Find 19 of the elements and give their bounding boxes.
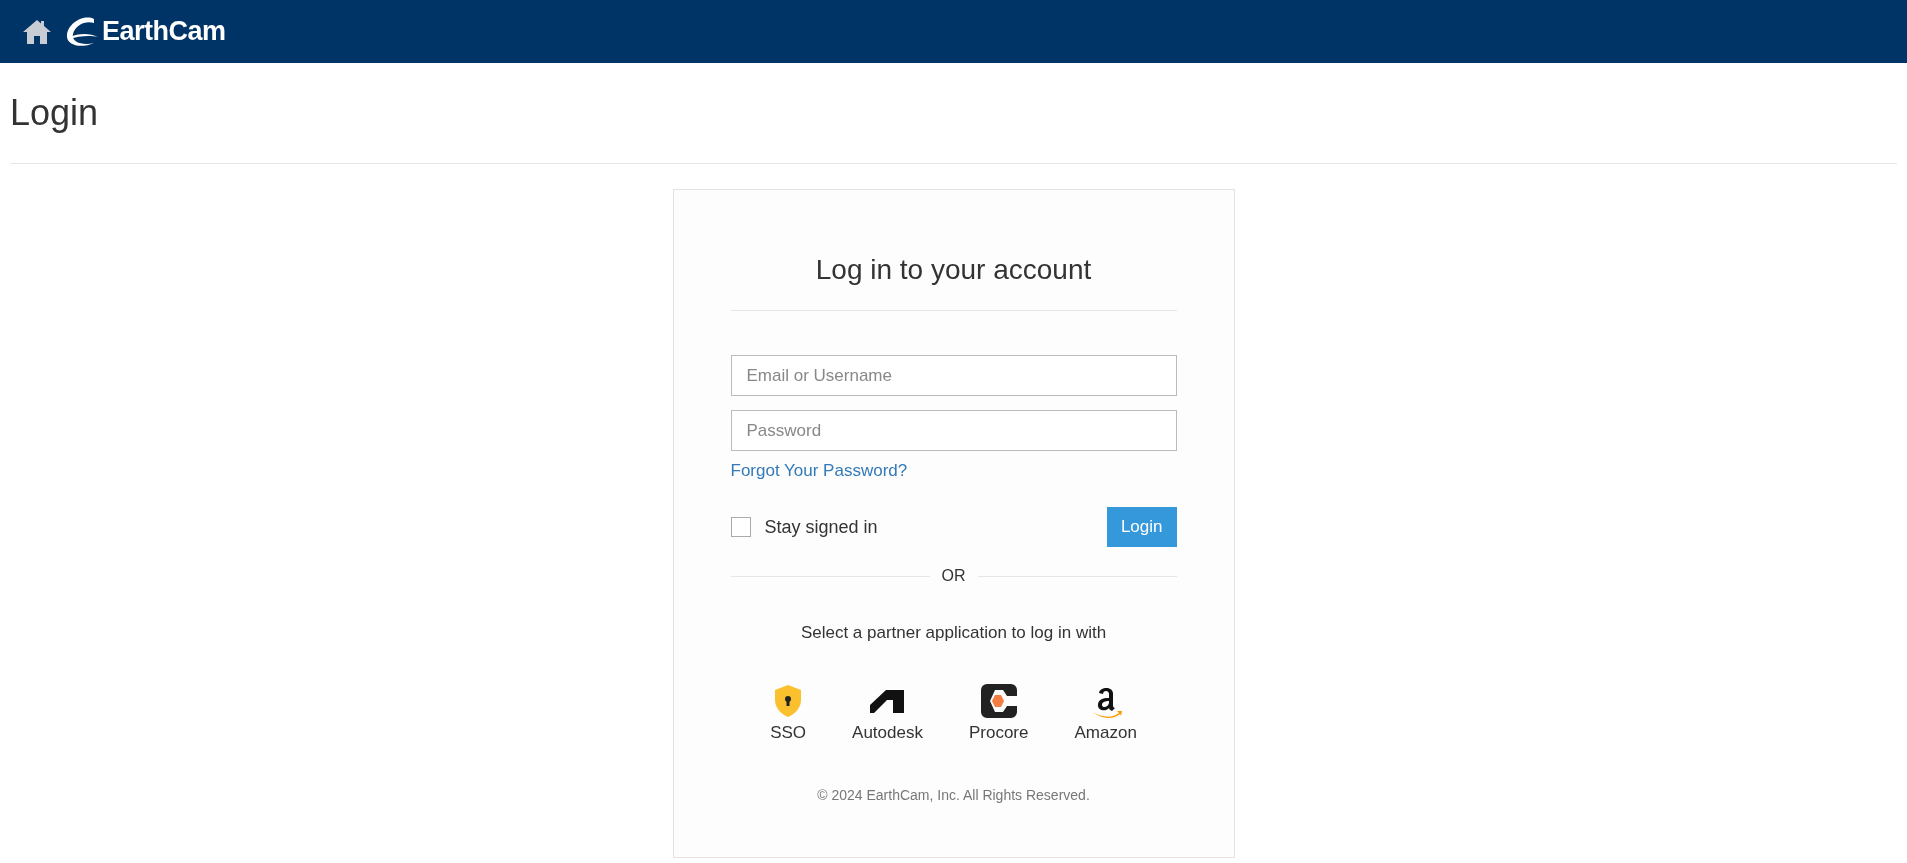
logo-wordmark: EarthCam xyxy=(102,16,226,47)
partner-prompt: Select a partner application to log in with xyxy=(799,623,1108,643)
checkbox-label: Stay signed in xyxy=(764,516,878,538)
checkbox[interactable] xyxy=(730,517,751,537)
page-title: Login xyxy=(9,91,100,135)
partner-login-link[interactable]: Autodesk xyxy=(852,683,923,743)
partner-login-link[interactable]: SSO xyxy=(770,683,807,743)
username-field[interactable]: Email or Username xyxy=(730,355,1177,396)
partner-login-link[interactable]: Amazon xyxy=(1074,683,1137,743)
separator-label: OR xyxy=(941,567,966,585)
procore-logo-icon xyxy=(980,684,1017,718)
partner-login-link[interactable]: Procore xyxy=(968,683,1029,743)
forgot-password-link[interactable]: Forgot Your Password? xyxy=(730,461,908,481)
home-icon[interactable] xyxy=(22,18,52,45)
autodesk-logo-icon xyxy=(869,689,906,713)
password-field[interactable]: Password xyxy=(730,410,1177,451)
card-title: Log in to your account xyxy=(730,254,1177,311)
shield-lock-icon xyxy=(774,684,803,718)
copyright-text: © 2024 EarthCam, Inc. All Rights Reserved. xyxy=(816,787,1091,803)
